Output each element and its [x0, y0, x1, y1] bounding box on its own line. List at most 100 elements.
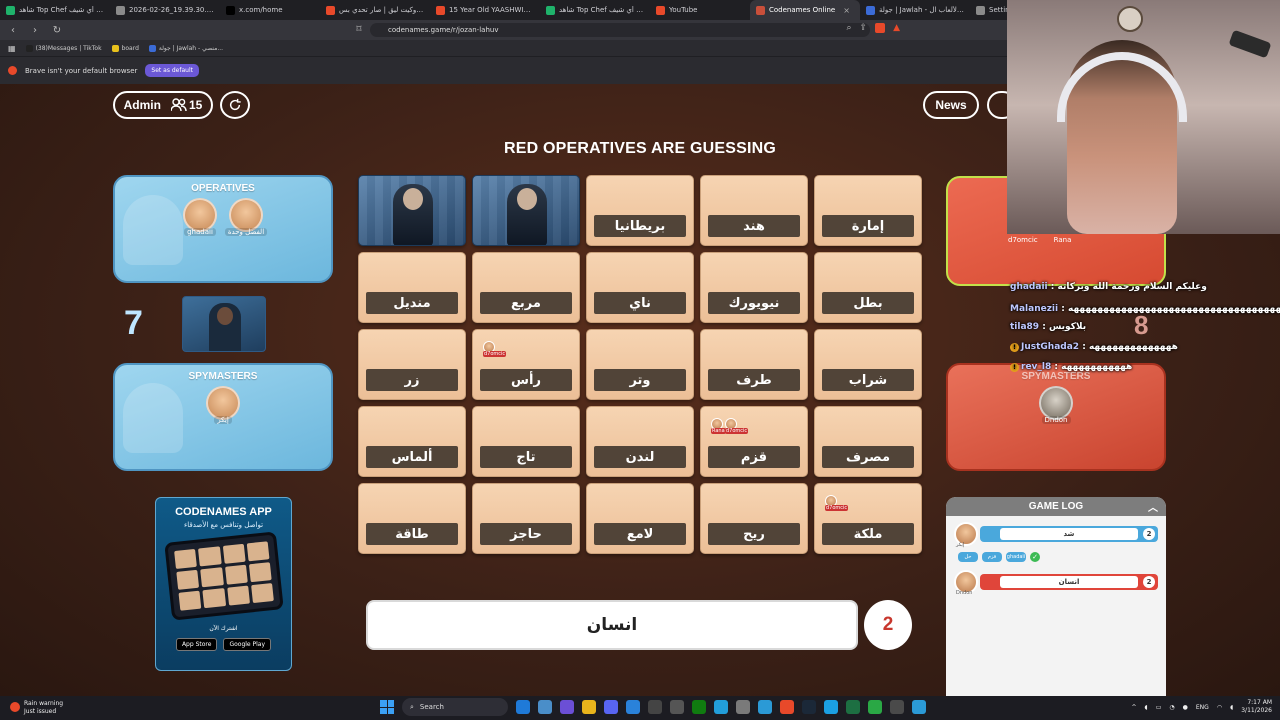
app-icon[interactable] — [670, 700, 684, 714]
edge-icon[interactable] — [516, 700, 530, 714]
word-card[interactable]: ريح — [700, 483, 808, 554]
chevron-up-icon[interactable]: ^ — [1132, 704, 1137, 711]
url-field[interactable]: codenames.game/r/jozan-lahuv — [370, 23, 870, 37]
card-word: طرف — [708, 369, 800, 391]
word-card[interactable]: بريطانيا — [586, 175, 694, 246]
bookmark-item[interactable]: (38)Messages | TikTok — [25, 44, 102, 52]
browser-tab[interactable]: شاهد Top Chef سُش أي شيف — [540, 0, 650, 20]
word-card[interactable]: لامع — [586, 483, 694, 554]
browser-tab[interactable]: 2026-02-26_19.39.30.png (1469... — [110, 0, 220, 20]
blue-score: 7 — [124, 304, 143, 342]
app-icon[interactable] — [648, 700, 662, 714]
word-card[interactable]: ألماس — [358, 406, 466, 477]
taskbar-search[interactable]: ⌕ Search — [402, 698, 508, 716]
word-card[interactable]: ملكة d7omcic — [814, 483, 922, 554]
forward-icon[interactable]: › — [28, 25, 42, 36]
word-card[interactable]: نيويورك — [700, 252, 808, 323]
xbox-icon[interactable] — [692, 700, 706, 714]
card-word: لامع — [594, 523, 686, 545]
apps-grid-icon[interactable]: ▦ — [8, 44, 16, 53]
word-card[interactable]: وتر — [586, 329, 694, 400]
browser-tab[interactable]: 15 Year Old YAASHWIN SARAW... — [430, 0, 540, 20]
browser-tab[interactable]: بطولة روكيت ليق | صار تحدي بس... — [320, 0, 430, 20]
share-icon[interactable]: ⇪ — [860, 23, 868, 33]
chrome-icon[interactable] — [758, 700, 772, 714]
word-card[interactable]: طرف — [700, 329, 808, 400]
language-indicator[interactable]: ENG — [1196, 704, 1209, 711]
tab-label: شاهد Top Chef سُش أي شيف — [19, 6, 104, 14]
app-store-badge[interactable]: App Store — [175, 638, 218, 651]
windows-start-icon[interactable] — [380, 700, 394, 714]
word-card[interactable]: منديل — [358, 252, 466, 323]
log-clue-word: شد — [999, 528, 1139, 540]
chat-message: ! rev_l8 : هههههههههههه — [1010, 362, 1132, 372]
app-icon[interactable] — [890, 700, 904, 714]
brave-rewards-icon[interactable]: ▲ — [893, 23, 900, 33]
blue-agent-card — [182, 296, 266, 352]
discord-icon[interactable] — [604, 700, 618, 714]
chevron-up-icon[interactable]: ︿ — [1148, 499, 1158, 514]
browser-tab[interactable]: جولة | Jawlah - منصة الألعاب ال... — [860, 0, 970, 20]
app-icon[interactable] — [560, 700, 574, 714]
reload-icon[interactable]: ↻ — [50, 25, 64, 36]
word-card[interactable]: إمارة — [814, 175, 922, 246]
promo-download-text: اشترك الآن — [209, 625, 238, 632]
close-tab-icon[interactable]: × — [843, 6, 850, 15]
app-icon[interactable] — [912, 700, 926, 714]
browser-tab[interactable]: Codenames Online × — [750, 0, 860, 20]
file-explorer-icon[interactable] — [582, 700, 596, 714]
word-card[interactable]: لندن — [586, 406, 694, 477]
word-card[interactable]: مصرف — [814, 406, 922, 477]
promo-subtitle: تواصل وتنافس مع الأصدقاء — [183, 521, 264, 529]
word-card[interactable]: شراب — [814, 329, 922, 400]
word-card[interactable]: قزم Rana d7omcic — [700, 406, 808, 477]
brave-shield-icon[interactable] — [875, 23, 886, 33]
set-default-button[interactable]: Set as default — [145, 64, 199, 77]
speaker-icon[interactable]: ◖ — [1230, 704, 1233, 711]
game-log-header[interactable]: GAME LOG ︿ — [946, 497, 1166, 516]
app-icon[interactable] — [736, 700, 750, 714]
chat-badge-icon: ! — [1010, 343, 1019, 352]
news-button[interactable]: News — [923, 91, 979, 119]
word-card[interactable]: بطل — [814, 252, 922, 323]
word-card[interactable]: هند — [700, 175, 808, 246]
word-card[interactable]: رأس d7omcic — [472, 329, 580, 400]
browser-tab[interactable]: x.com/home — [220, 0, 320, 20]
webcam-overlay — [1007, 0, 1280, 234]
tab-label: Codenames Online — [769, 6, 836, 14]
word-card[interactable]: حاجز — [472, 483, 580, 554]
telegram-icon[interactable] — [714, 700, 728, 714]
word-card[interactable]: ناي — [586, 252, 694, 323]
battery-icon[interactable]: ▭ — [1156, 704, 1162, 711]
bookmark-item[interactable]: جولة | Jawlah - منصي... — [148, 44, 223, 52]
app-icon[interactable] — [824, 700, 838, 714]
weather-widget[interactable]: Rain warning Just issued — [10, 700, 63, 716]
bookmark-item[interactable]: board — [111, 44, 139, 52]
taskbar-clock[interactable]: 7:17 AM 3/11/2026 — [1241, 699, 1272, 715]
back-icon[interactable]: ‹ — [6, 25, 20, 36]
excel-icon[interactable] — [846, 700, 860, 714]
bookmark-icon[interactable]: ⌑ — [352, 24, 366, 35]
mic-icon[interactable]: ● — [1183, 704, 1188, 711]
word-card[interactable]: طاقة — [358, 483, 466, 554]
wifi-icon[interactable]: ◠ — [1217, 704, 1222, 711]
codenames-app-promo[interactable]: CODENAMES APP تواصل وتنافس مع الأصدقاء ا… — [155, 497, 292, 671]
word-card[interactable]: تاج — [472, 406, 580, 477]
admin-players-button[interactable]: Admin 15 — [113, 91, 213, 119]
browser-tab[interactable]: شاهد Top Chef سُش أي شيف — [0, 0, 110, 20]
agent-head — [517, 188, 537, 210]
steam-icon[interactable] — [802, 700, 816, 714]
google-play-badge[interactable]: Google Play — [223, 638, 272, 651]
bookmark-favicon — [111, 44, 119, 52]
app-icon[interactable] — [626, 700, 640, 714]
brave-icon[interactable] — [780, 700, 794, 714]
zoom-icon[interactable]: ⌕ — [846, 23, 851, 33]
app-icon[interactable] — [868, 700, 882, 714]
word-card[interactable]: مربع — [472, 252, 580, 323]
network-icon[interactable]: ◔ — [1169, 704, 1174, 711]
word-card[interactable]: زر — [358, 329, 466, 400]
volume-icon[interactable]: ◖ — [1145, 704, 1148, 711]
app-icon[interactable] — [538, 700, 552, 714]
reset-icon[interactable] — [220, 91, 250, 119]
browser-tab[interactable]: YouTube — [650, 0, 750, 20]
